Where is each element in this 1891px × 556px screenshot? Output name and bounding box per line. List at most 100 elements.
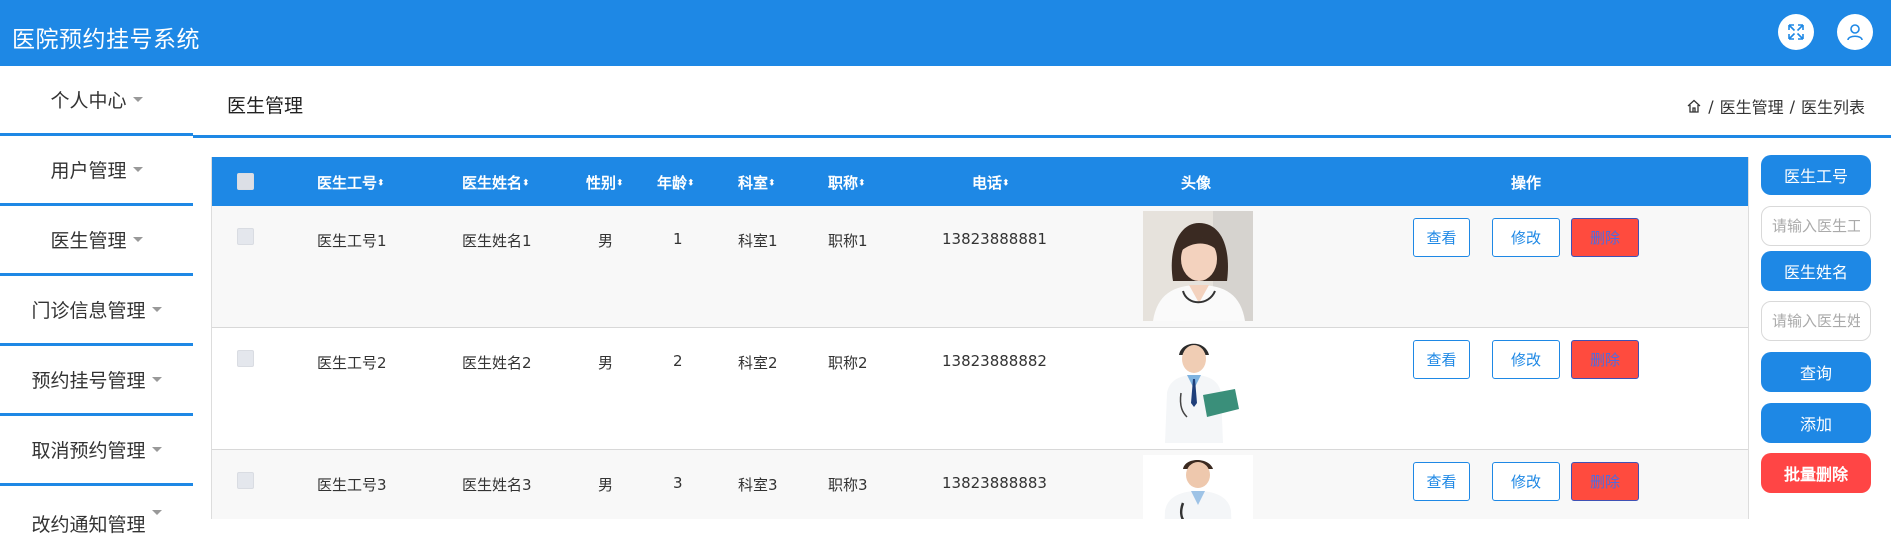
cell-gender: 男 <box>598 232 614 250</box>
breadcrumb-item-doctor-list: 医生列表 <box>1800 98 1865 117</box>
sort-icon: ⬍ <box>522 178 530 189</box>
table-row: 医生工号2 医生姓名2 男 2 科室2 职称2 13823888882 查看 修… <box>212 328 1748 450</box>
column-header-ops: 操作 <box>1511 174 1542 192</box>
cell-id: 医生工号3 <box>317 476 387 494</box>
column-header-name[interactable]: 医生姓名⬍ <box>462 172 530 193</box>
query-button[interactable]: 查询 <box>1761 352 1871 392</box>
caret-down-icon <box>151 307 162 312</box>
caret-down-icon <box>132 167 143 172</box>
doctor-id-label-button[interactable]: 医生工号 <box>1761 155 1871 195</box>
sidebar-item-label: 取消预约管理 <box>31 440 146 462</box>
sort-icon: ⬍ <box>377 178 385 189</box>
caret-down-icon <box>132 97 143 102</box>
column-label: 性别 <box>586 174 617 192</box>
app-title: 医院预约挂号系统 <box>12 27 200 53</box>
doctor-table: 医生工号⬍ 医生姓名⬍ 性别⬍ 年龄⬍ 科室⬍ 职称⬍ 电话⬍ 头像 操作 医生… <box>211 157 1749 519</box>
sort-icon: ⬍ <box>616 178 624 189</box>
table-header: 医生工号⬍ 医生姓名⬍ 性别⬍ 年龄⬍ 科室⬍ 职称⬍ 电话⬍ 头像 操作 <box>212 157 1748 206</box>
edit-button[interactable]: 修改 <box>1492 218 1560 257</box>
doctor-name-label-button[interactable]: 医生姓名 <box>1761 251 1871 291</box>
select-all-checkbox[interactable] <box>237 173 254 190</box>
cell-id: 医生工号1 <box>317 232 387 250</box>
cell-phone: 13823888882 <box>942 352 1047 370</box>
cell-age: 1 <box>673 230 683 248</box>
column-header-title[interactable]: 职称⬍ <box>828 172 866 193</box>
sidebar-item-label: 用户管理 <box>50 160 127 182</box>
fullscreen-icon[interactable] <box>1778 14 1814 50</box>
sidebar-item-reschedule-notice-management[interactable]: 改约通知管理 <box>0 486 193 556</box>
column-label: 医生工号 <box>317 174 378 192</box>
user-icon[interactable] <box>1837 14 1873 50</box>
edit-button[interactable]: 修改 <box>1492 462 1560 501</box>
cell-dept: 科室2 <box>738 354 778 372</box>
sidebar-item-user-management[interactable]: 用户管理 <box>0 136 193 206</box>
delete-button[interactable]: 删除 <box>1571 218 1639 257</box>
column-label: 科室 <box>738 174 769 192</box>
column-header-gender[interactable]: 性别⬍ <box>586 172 624 193</box>
delete-button[interactable]: 删除 <box>1571 340 1639 379</box>
column-label: 职称 <box>828 174 859 192</box>
column-label: 医生姓名 <box>462 174 523 192</box>
column-header-age[interactable]: 年龄⬍ <box>657 172 695 193</box>
sort-icon: ⬍ <box>768 178 776 189</box>
delete-button[interactable]: 删除 <box>1571 462 1639 501</box>
sort-icon: ⬍ <box>687 178 695 189</box>
caret-down-icon <box>132 237 143 242</box>
sidebar-item-label: 个人中心 <box>50 90 127 112</box>
cell-title: 职称1 <box>828 232 868 250</box>
cell-dept: 科室3 <box>738 476 778 494</box>
sidebar-item-cancel-appointment-management[interactable]: 取消预约管理 <box>0 416 193 486</box>
cell-name: 医生姓名2 <box>462 354 532 372</box>
doctor-avatar-male-clipboard <box>1143 333 1253 443</box>
view-button[interactable]: 查看 <box>1413 462 1470 501</box>
cell-title: 职称2 <box>828 354 868 372</box>
column-header-avatar: 头像 <box>1181 174 1212 192</box>
doctor-avatar-female <box>1143 211 1253 321</box>
cell-dept: 科室1 <box>738 232 778 250</box>
row-checkbox[interactable] <box>237 472 254 489</box>
cell-gender: 男 <box>598 354 614 372</box>
row-checkbox[interactable] <box>237 350 254 367</box>
cell-id: 医生工号2 <box>317 354 387 372</box>
view-button[interactable]: 查看 <box>1413 340 1470 379</box>
sidebar-item-appointment-management[interactable]: 预约挂号管理 <box>0 346 193 416</box>
sidebar: 个人中心 用户管理 医生管理 门诊信息管理 预约挂号管理 取消预约管理 改约通知… <box>0 66 193 536</box>
doctor-name-input[interactable] <box>1761 301 1871 341</box>
breadcrumb-separator: / <box>1789 96 1795 116</box>
cell-name: 医生姓名3 <box>462 476 532 494</box>
row-checkbox[interactable] <box>237 228 254 245</box>
sidebar-item-label: 预约挂号管理 <box>31 370 146 392</box>
sidebar-item-doctor-management[interactable]: 医生管理 <box>0 206 193 276</box>
sidebar-item-label: 改约通知管理 <box>31 514 146 536</box>
column-label: 年龄 <box>657 174 688 192</box>
batch-delete-button[interactable]: 批量删除 <box>1761 453 1871 493</box>
caret-down-icon <box>151 377 162 382</box>
column-label: 电话 <box>972 174 1003 192</box>
caret-down-icon <box>151 510 162 515</box>
sidebar-item-personal-center[interactable]: 个人中心 <box>0 66 193 136</box>
table-row: 医生工号1 医生姓名1 男 1 科室1 职称1 13823888881 查看 修… <box>212 206 1748 328</box>
add-button[interactable]: 添加 <box>1761 403 1871 443</box>
cell-name: 医生姓名1 <box>462 232 532 250</box>
sidebar-item-label: 门诊信息管理 <box>31 300 146 322</box>
sidebar-item-label: 医生管理 <box>50 230 127 252</box>
column-header-id[interactable]: 医生工号⬍ <box>317 172 385 193</box>
column-header-phone[interactable]: 电话⬍ <box>972 172 1010 193</box>
table-row: 医生工号3 医生姓名3 男 3 科室3 职称3 13823888883 查看 修… <box>212 450 1748 519</box>
sort-icon: ⬍ <box>858 178 866 189</box>
doctor-id-input[interactable] <box>1761 206 1871 246</box>
home-icon[interactable] <box>1686 98 1702 114</box>
cell-age: 2 <box>673 352 683 370</box>
breadcrumb: / 医生管理 / 医生列表 <box>1686 94 1865 118</box>
main-header: 医生管理 / 医生管理 / 医生列表 <box>193 66 1891 138</box>
breadcrumb-item-doctor-management[interactable]: 医生管理 <box>1720 94 1784 118</box>
breadcrumb-separator: / <box>1708 96 1714 116</box>
edit-button[interactable]: 修改 <box>1492 340 1560 379</box>
cell-phone: 13823888883 <box>942 474 1047 492</box>
sidebar-item-clinic-info-management[interactable]: 门诊信息管理 <box>0 276 193 346</box>
sort-icon: ⬍ <box>1002 178 1010 189</box>
column-header-dept[interactable]: 科室⬍ <box>738 172 776 193</box>
cell-phone: 13823888881 <box>942 230 1047 248</box>
view-button[interactable]: 查看 <box>1413 218 1470 257</box>
cell-title: 职称3 <box>828 476 868 494</box>
